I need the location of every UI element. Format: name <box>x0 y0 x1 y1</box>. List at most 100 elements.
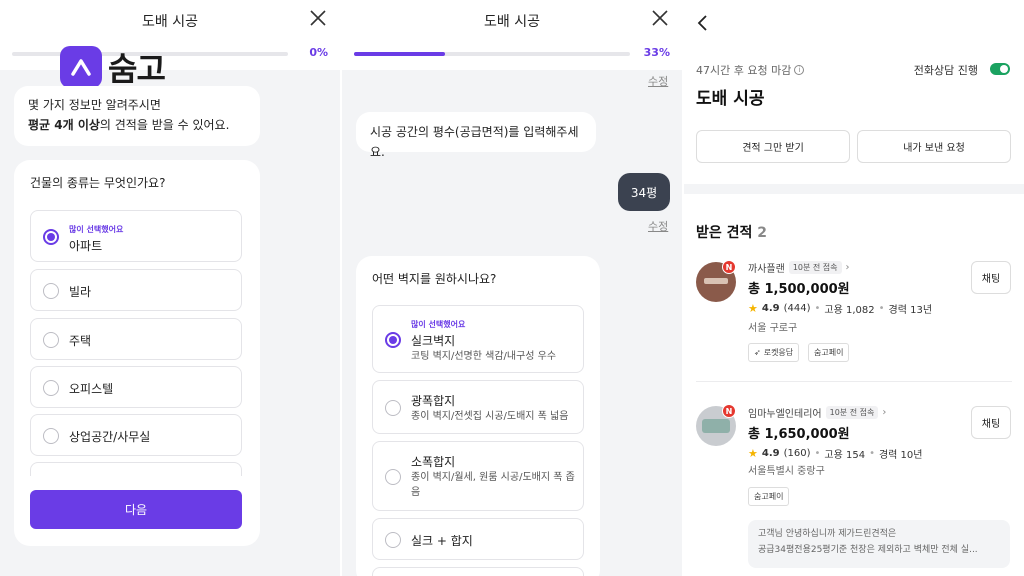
option-label: 광폭합지 <box>411 394 456 408</box>
tag-soomgo-pay: 숨고페이 <box>748 487 790 506</box>
building-type-step-panel: 도배 시공 0% 숨고 몇 가지 정보만 알려주시면 평균 4개 이상의 견적을… <box>0 0 340 576</box>
message-line-2: 공급34평전용25평기준 천장은 제외하고 벽체만 전체 실... <box>758 545 978 555</box>
chevron-right-icon[interactable]: › <box>846 262 850 273</box>
option-label: 상업공간/사무실 <box>69 430 151 444</box>
option-officetel[interactable]: 오피스텔 <box>30 366 242 408</box>
quote-item[interactable]: N 까사플랜 10분 전 접속 › 총 1,500,000원 ★ 4.9 (44… <box>684 258 1024 378</box>
question-card: 어떤 벽지를 원하시나요? 많이 선택했어요 실크벽지 코팅 벽지/선명한 색감… <box>356 256 600 576</box>
next-button[interactable]: 다음 <box>30 490 242 529</box>
header: 도배 시공 0% <box>0 0 340 70</box>
star-icon: ★ <box>748 447 758 460</box>
page-title: 도배 시공 <box>142 14 198 30</box>
option-label: 실크벽지 <box>411 334 456 348</box>
deadline-text: 47시간 후 요청 마감 <box>696 64 792 77</box>
quote-price: 총 1,650,000원 <box>748 427 850 442</box>
quotes-heading-label: 받은 견적 <box>696 225 753 241</box>
pro-name: 까사플랜 <box>748 264 785 275</box>
close-icon[interactable] <box>650 8 670 28</box>
radio-icon[interactable] <box>385 532 401 548</box>
review-count: (444) <box>783 303 811 314</box>
option-silk-paper[interactable]: 실크 + 합지 <box>372 518 584 560</box>
deadline: 47시간 후 요청 마감 i <box>696 62 805 78</box>
option-partial <box>372 567 584 576</box>
stop-quotes-button[interactable]: 견적 그만 받기 <box>696 130 850 163</box>
chat-button[interactable]: 채팅 <box>971 406 1011 439</box>
intro-line-2: 평균 4개 이상의 견적을 받을 수 있어요. <box>28 115 246 135</box>
pro-name: 임마누엘인테리어 <box>748 409 822 420</box>
rocket-icon: ➶ <box>754 348 761 357</box>
dot-separator: • <box>869 448 875 459</box>
option-house[interactable]: 주택 <box>30 318 242 360</box>
user-answer-bubble: 34평 <box>618 173 670 211</box>
new-badge: N <box>722 404 736 418</box>
new-badge: N <box>722 260 736 274</box>
option-label: 오피스텔 <box>69 382 114 396</box>
option-desc: 코팅 벽지/선명한 색감/내구성 우수 <box>411 351 557 362</box>
option-wide-paper[interactable]: 광폭합지 종이 벽지/전셋집 시공/도배지 폭 넓음 <box>372 380 584 434</box>
radio-selected-icon[interactable] <box>385 332 401 348</box>
access-badge: 10분 전 접속 <box>825 406 879 419</box>
soomgo-logo: 숨고 <box>60 44 166 90</box>
rating: 4.9 <box>761 303 780 314</box>
edit-link[interactable]: 수정 <box>648 218 668 234</box>
panel-gutter <box>682 0 684 576</box>
tag-soomgo-pay: 숨고페이 <box>808 343 850 362</box>
option-desc: 종이 벽지/월세, 원룸 시공/도배지 폭 좁음 <box>411 472 575 498</box>
radio-icon[interactable] <box>43 380 59 396</box>
pro-name-row: 임마누엘인테리어 10분 전 접속 › <box>748 405 886 420</box>
quotes-heading: 받은 견적 2 <box>696 222 767 242</box>
wallpaper-step-panel: 도배 시공 33% 수정 시공 공간의 평수(공급면적)를 입력해주세요. 34… <box>342 0 682 576</box>
area-question-message: 시공 공간의 평수(공급면적)를 입력해주세요. <box>356 112 596 159</box>
quotes-count: 2 <box>757 225 768 241</box>
dot-separator: • <box>814 448 821 459</box>
radio-icon[interactable] <box>43 332 59 348</box>
option-villa[interactable]: 빌라 <box>30 269 242 311</box>
quote-message-preview[interactable]: 고객님 안녕하십니까 제가드린견적은 공급34평전용25평기준 천장은 제외하고… <box>748 520 1010 568</box>
radio-icon[interactable] <box>43 283 59 299</box>
quote-price: 총 1,500,000원 <box>748 282 850 297</box>
popular-label: 많이 선택했어요 <box>411 320 466 329</box>
career: 경력 10년 <box>878 450 923 461</box>
radio-selected-icon[interactable] <box>43 229 59 245</box>
panel-gutter <box>340 0 342 576</box>
back-arrow-icon[interactable] <box>696 14 710 32</box>
location: 서울 구로구 <box>748 323 798 334</box>
hire-count: 고용 154 <box>824 450 866 461</box>
question-card: 건물의 종류는 무엇인가요? 많이 선택했어요 아파트 빌라 주택 오피스텔 상… <box>14 160 260 546</box>
intro-line-1: 몇 가지 정보만 알려주시면 <box>28 98 161 112</box>
progress-fill <box>354 52 446 56</box>
option-narrow-paper[interactable]: 소폭합지 종이 벽지/월세, 원룸 시공/도배지 폭 좁음 <box>372 441 584 511</box>
info-icon[interactable]: i <box>794 65 805 75</box>
logo-text: 숨고 <box>108 50 166 88</box>
star-icon: ★ <box>748 302 758 315</box>
chat-button[interactable]: 채팅 <box>971 261 1011 294</box>
quote-separator <box>696 381 1012 382</box>
request-title: 도배 시공 <box>696 89 765 109</box>
option-silk[interactable]: 많이 선택했어요 실크벽지 코팅 벽지/선명한 색감/내구성 우수 <box>372 305 584 373</box>
option-commercial[interactable]: 상업공간/사무실 <box>30 414 242 456</box>
section-divider <box>684 184 1024 194</box>
progress-bar <box>354 52 630 56</box>
radio-icon[interactable] <box>385 469 401 485</box>
option-label: 주택 <box>69 334 92 348</box>
radio-icon[interactable] <box>43 428 59 444</box>
quote-item[interactable]: N 임마누엘인테리어 10분 전 접속 › 총 1,650,000원 ★ 4.9… <box>684 403 1024 523</box>
pro-stats: ★ 4.9 (444) • 고용 1,082 • 경력 13년 <box>748 301 932 316</box>
option-label: 실크 + 합지 <box>411 534 473 548</box>
access-badge: 10분 전 접속 <box>788 261 842 274</box>
phone-consult-label: 전화상담 진행 <box>913 64 978 77</box>
tag-label: 로켓응답 <box>763 348 794 357</box>
review-count: (160) <box>783 448 811 459</box>
option-apartment[interactable]: 많이 선택했어요 아파트 <box>30 210 242 262</box>
intro-message: 몇 가지 정보만 알려주시면 평균 4개 이상의 견적을 받을 수 있어요. <box>14 86 260 146</box>
my-request-button[interactable]: 내가 보낸 요청 <box>857 130 1011 163</box>
radio-icon[interactable] <box>385 400 401 416</box>
logo-mark-icon <box>60 46 102 88</box>
phone-consult-toggle[interactable] <box>990 63 1010 75</box>
dot-separator: • <box>878 303 885 314</box>
hire-count: 고용 1,082 <box>824 305 875 316</box>
close-icon[interactable] <box>308 8 328 28</box>
edit-link[interactable]: 수정 <box>648 73 668 89</box>
option-label: 소폭합지 <box>411 455 456 469</box>
chevron-right-icon[interactable]: › <box>882 407 886 418</box>
